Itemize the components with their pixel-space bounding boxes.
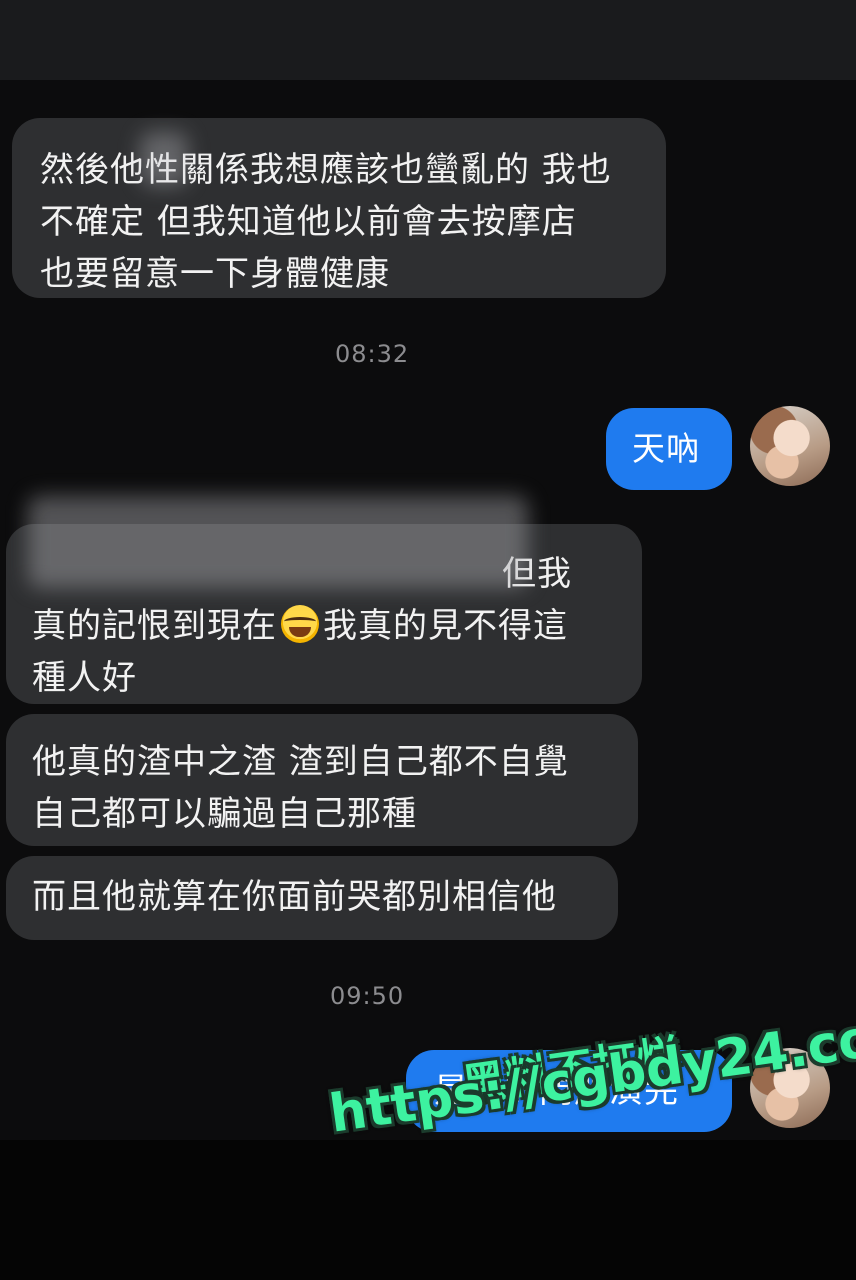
message-line: 自己都可以騙過自己那種 bbox=[32, 794, 417, 834]
censor-blur bbox=[28, 496, 528, 588]
message-bubble-incoming[interactable]: 他真的渣中之渣 渣到自己都不自覺 自己都可以騙過自己那種 bbox=[6, 714, 638, 846]
message-text: 而且他就算在你面前哭都別相信他 bbox=[32, 877, 557, 917]
message-line: 也要留意一下身體健康 bbox=[40, 254, 390, 294]
message-segment: 真的記恨到現在 bbox=[32, 606, 277, 646]
timestamp: 08:32 bbox=[335, 340, 410, 368]
message-bubble-outgoing[interactable]: 天吶 bbox=[606, 408, 732, 490]
message-bubble-incoming[interactable]: 而且他就算在你面前哭都別相信他 bbox=[6, 856, 618, 940]
message-text: 天吶 bbox=[632, 429, 700, 468]
message-line: 真的記恨到現在 我真的見不得這 bbox=[32, 600, 642, 652]
message-line: 種人好 bbox=[32, 658, 137, 698]
censor-blur bbox=[140, 132, 188, 186]
message-line: 然後他性關係我想應該也蠻亂的 我也 bbox=[40, 150, 612, 190]
laughing-emoji-icon bbox=[281, 605, 319, 643]
user-avatar[interactable] bbox=[750, 406, 830, 486]
message-segment: 我真的見不得這 bbox=[323, 606, 568, 646]
message-bubble-incoming[interactable]: 然後他性關係我想應該也蠻亂的 我也 不確定 但我知道他以前會去按摩店 也要留意一… bbox=[12, 118, 666, 298]
timestamp: 09:50 bbox=[330, 982, 405, 1010]
top-bar bbox=[0, 0, 856, 80]
message-line: 不確定 但我知道他以前會去按摩店 bbox=[40, 202, 577, 242]
bottom-bar bbox=[0, 1140, 856, 1280]
message-line: 他真的渣中之渣 渣到自己都不自覺 bbox=[32, 742, 569, 782]
chat-screen: 然後他性關係我想應該也蠻亂的 我也 不確定 但我知道他以前會去按摩店 也要留意一… bbox=[0, 0, 856, 1280]
